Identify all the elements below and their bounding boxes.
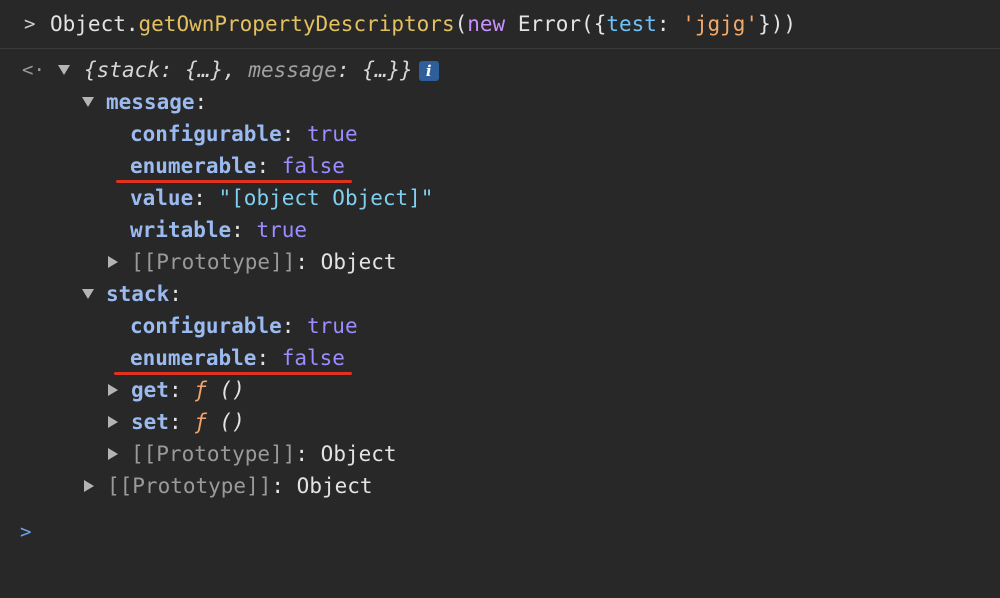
devtools-console: > Object.getOwnPropertyDescriptors(new E… <box>0 0 1000 582</box>
tree-item-message-value[interactable]: value: "[object Object]" <box>0 182 433 214</box>
expand-toggle-icon[interactable] <box>81 86 95 118</box>
result-summary-row[interactable]: <· {stack: {…}, message: {…}} i <box>0 54 1000 86</box>
tree-item-stack-configurable[interactable]: configurable: true <box>0 310 358 342</box>
tree-item-message[interactable]: message: <box>0 86 1000 118</box>
tree-item-stack-enumerable[interactable]: enumerable: false <box>0 342 345 374</box>
prompt-chevron-icon: > <box>24 13 36 35</box>
tree-item-message-enumerable[interactable]: enumerable: false <box>0 150 345 182</box>
collapse-toggle-icon[interactable] <box>106 406 120 438</box>
result-arrow-icon: <· <box>22 59 45 81</box>
expand-toggle-icon[interactable] <box>57 54 71 86</box>
collapse-toggle-icon[interactable] <box>82 470 96 502</box>
tree-item-root-prototype[interactable]: [[Prototype]]: Object <box>0 470 500 502</box>
console-input-prompt[interactable]: > <box>20 516 31 548</box>
tree-item-message-writable[interactable]: writable: true <box>0 214 307 246</box>
info-icon[interactable]: i <box>418 61 439 81</box>
tree-item-message-configurable[interactable]: configurable: true <box>0 118 358 150</box>
collapse-toggle-icon[interactable] <box>106 246 120 278</box>
console-input-history-line[interactable]: > Object.getOwnPropertyDescriptors(new E… <box>0 8 1000 40</box>
tree-item-message-prototype[interactable]: [[Prototype]]: Object <box>0 246 500 278</box>
result-summary: {stack: {…}, message: {…}} i <box>84 54 439 86</box>
tree-item-stack-set[interactable]: set: ƒ () <box>0 406 400 438</box>
collapse-toggle-icon[interactable] <box>106 374 120 406</box>
tree-item-stack-get[interactable]: get: ƒ () <box>0 374 400 406</box>
collapse-toggle-icon[interactable] <box>106 438 120 470</box>
expand-toggle-icon[interactable] <box>81 278 95 310</box>
tree-item-stack-prototype[interactable]: [[Prototype]]: Object <box>0 438 500 470</box>
prompt-chevron-icon: > <box>20 521 32 543</box>
tree-item-stack[interactable]: stack: <box>0 278 1000 310</box>
console-separator <box>0 48 1000 49</box>
input-code: Object.getOwnPropertyDescriptors(new Err… <box>50 12 797 36</box>
